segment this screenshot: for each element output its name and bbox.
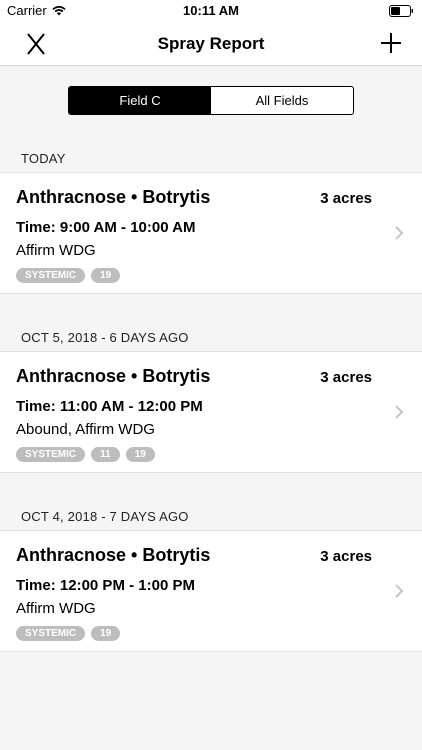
- tag-badge: SYSTEMIC: [16, 626, 86, 641]
- tag-badge: 19: [125, 447, 155, 462]
- field-segmented-control: Field C All Fields: [68, 86, 354, 115]
- section-header-date: OCT 5, 2018 - 6 DAYS AGO: [21, 330, 189, 345]
- card-time: Time: 9:00 AM - 10:00 AM: [16, 219, 196, 236]
- tag-badge: 11: [91, 447, 120, 462]
- card-area: 3 acres: [320, 548, 372, 565]
- chevron-right-icon: [395, 226, 404, 240]
- navigation-bar: Spray Report: [0, 22, 422, 66]
- chevron-right-icon: [395, 405, 404, 419]
- segment-field-c[interactable]: Field C: [69, 87, 211, 114]
- spray-report-card[interactable]: Anthracnose • Botrytis 3 acres Time: 11:…: [0, 351, 422, 473]
- card-area: 3 acres: [320, 369, 372, 386]
- tag-badge: SYSTEMIC: [16, 268, 86, 283]
- card-tags: SYSTEMIC 19: [16, 626, 121, 641]
- tag-badge: 19: [91, 268, 121, 283]
- card-time: Time: 11:00 AM - 12:00 PM: [16, 398, 203, 415]
- spray-report-card[interactable]: Anthracnose • Botrytis 3 acres Time: 12:…: [0, 530, 422, 652]
- card-title: Anthracnose • Botrytis: [16, 366, 211, 386]
- card-title: Anthracnose • Botrytis: [16, 545, 211, 565]
- spray-report-card[interactable]: Anthracnose • Botrytis 3 acres Time: 9:0…: [0, 172, 422, 294]
- card-tags: SYSTEMIC 19: [16, 268, 121, 283]
- status-bar: Carrier 10:11 AM: [0, 0, 422, 22]
- card-products: Affirm WDG: [16, 600, 96, 617]
- section-header-today: TODAY: [21, 151, 66, 166]
- card-time: Time: 12:00 PM - 1:00 PM: [16, 577, 195, 594]
- card-tags: SYSTEMIC 11 19: [16, 447, 155, 462]
- status-time: 10:11 AM: [183, 3, 239, 18]
- tag-badge: SYSTEMIC: [16, 447, 86, 462]
- battery-icon: [389, 5, 413, 17]
- page-title: Spray Report: [157, 34, 265, 53]
- section-header-date: OCT 4, 2018 - 7 DAYS AGO: [21, 509, 189, 524]
- plus-icon[interactable]: [378, 30, 404, 56]
- card-products: Abound, Affirm WDG: [16, 421, 155, 438]
- card-area: 3 acres: [320, 190, 372, 207]
- chevron-right-icon: [395, 584, 404, 598]
- segment-all-fields[interactable]: All Fields: [211, 87, 353, 114]
- card-title: Anthracnose • Botrytis: [16, 187, 211, 207]
- card-products: Affirm WDG: [16, 242, 96, 259]
- tag-badge: 19: [91, 626, 121, 641]
